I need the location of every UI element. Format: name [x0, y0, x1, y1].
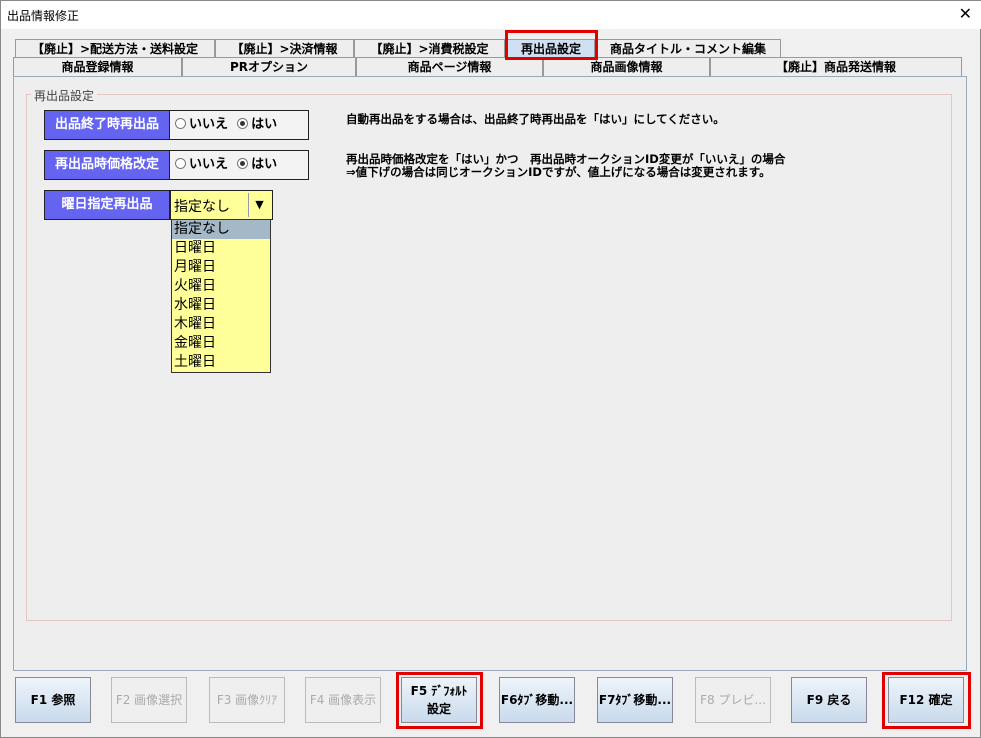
tab-product-info[interactable]: 商品登録情報 — [13, 57, 182, 76]
note-price-revise: 再出品時価格改定を「はい」かつ 再出品時オークションID変更が「いいえ」の場合 — [346, 152, 786, 166]
tab-payment[interactable]: 【廃止】>決済情報 — [215, 39, 354, 58]
dropdown-option[interactable]: 木曜日 — [172, 315, 270, 334]
radio-yes[interactable]: はい — [237, 117, 277, 132]
dropdown-option[interactable]: 火曜日 — [172, 277, 270, 296]
radio-yes[interactable]: はい — [237, 157, 277, 172]
f9-back-button[interactable]: F9 戻る — [791, 677, 867, 723]
group-title: 再出品設定 — [31, 87, 98, 104]
f4-image-show-button[interactable]: F4 画像表示 — [305, 677, 381, 723]
f2-image-select-button[interactable]: F2 画像選択 — [111, 677, 187, 723]
radio-selected-icon — [237, 118, 249, 129]
dropdown-option[interactable]: 金曜日 — [172, 334, 270, 353]
f1-reference-button[interactable]: F1 参照 — [15, 677, 91, 723]
highlight-box — [882, 672, 971, 729]
dropdown-option[interactable]: 水曜日 — [172, 296, 270, 315]
window-title: 出品情報修正 — [7, 9, 80, 23]
weekday-select-value: 指定なし — [174, 199, 230, 215]
tab-pr-option[interactable]: PRオプション — [182, 57, 356, 76]
chevron-down-icon[interactable]: ▼ — [248, 193, 270, 217]
f3-image-clear-button[interactable]: F3 画像ｸﾘｱ — [209, 677, 285, 723]
radio-no[interactable]: いいえ — [175, 157, 228, 172]
field-label-price-revise: 再出品時価格改定 — [44, 150, 170, 180]
highlight-box — [505, 30, 598, 60]
radio-icon — [175, 158, 186, 169]
dropdown-option[interactable]: 月曜日 — [172, 258, 270, 277]
tab-shipping-info[interactable]: 【廃止】商品発送情報 — [710, 57, 962, 76]
price-revise-radio-group: いいえ はい — [170, 150, 309, 180]
radio-icon — [175, 118, 186, 129]
title-bar: 出品情報修正 ✕ — [1, 1, 981, 29]
weekday-select[interactable]: 指定なし ▼ — [170, 190, 273, 220]
f7-tab-move-button[interactable]: F7ﾀﾌﾞ移動... — [597, 677, 673, 723]
f8-preview-button[interactable]: F8 プレビ... — [695, 677, 771, 723]
f6-tab-move-button[interactable]: F6ﾀﾌﾞ移動... — [499, 677, 575, 723]
note-price-revise-detail: ⇒値下げの場合は同じオークションIDですが、値上げになる場合は変更されます。 — [346, 165, 771, 179]
dropdown-option[interactable]: 土曜日 — [172, 353, 270, 372]
tab-shipping[interactable]: 【廃止】>配送方法・送料設定 — [15, 39, 215, 58]
tab-tax[interactable]: 【廃止】>消費税設定 — [354, 39, 505, 58]
radio-no[interactable]: いいえ — [175, 117, 228, 132]
radio-selected-icon — [237, 158, 249, 169]
note-auto-relist: 自動再出品をする場合は、出品終了時再出品を「はい」にしてください。 — [346, 112, 725, 126]
highlight-box — [396, 672, 483, 729]
close-icon[interactable]: ✕ — [959, 4, 972, 23]
dropdown-option[interactable]: 指定なし — [172, 220, 270, 239]
field-label-weekday-relist: 曜日指定再出品 — [44, 190, 170, 220]
relist-on-end-radio-group: いいえ はい — [170, 110, 309, 140]
dropdown-option[interactable]: 日曜日 — [172, 239, 270, 258]
tab-title-comment[interactable]: 商品タイトル・コメント編集 — [595, 39, 781, 58]
field-label-relist-on-end: 出品終了時再出品 — [44, 110, 170, 140]
weekday-dropdown-list: 指定なし 日曜日 月曜日 火曜日 水曜日 木曜日 金曜日 土曜日 — [171, 219, 271, 373]
